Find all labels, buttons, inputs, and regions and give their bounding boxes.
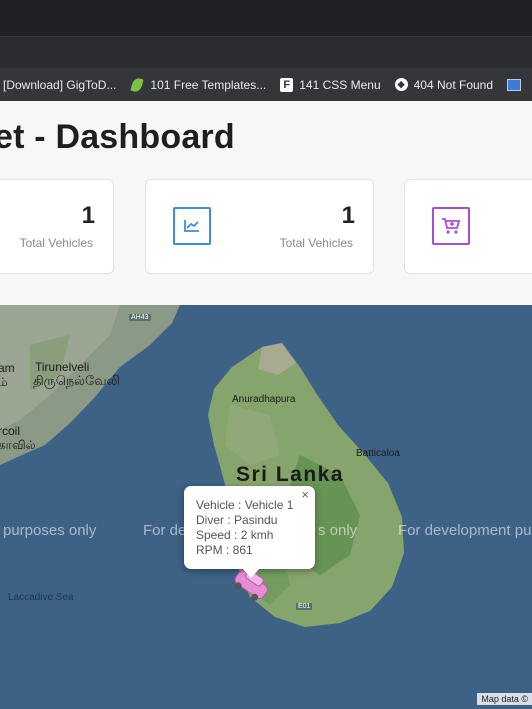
map-label-sri-lanka: Sri Lanka — [236, 463, 345, 486]
dev-watermark: For development pu — [398, 522, 532, 539]
bookmark-image[interactable] — [507, 78, 522, 92]
bookmark-gigtodo[interactable]: [Download] GigToD... — [3, 78, 116, 92]
map-label-sea: Laccadive Sea — [8, 592, 74, 603]
stat-label: Total Vehicles — [19, 236, 93, 250]
bookmark-free-templates[interactable]: 101 Free Templates... — [130, 76, 267, 93]
popup-driver: Diver : Pasindu — [196, 513, 278, 527]
vehicle-info-popup: Vehicle : Vehicle 1 Diver : Pasindu Spee… — [184, 486, 315, 578]
f-logo-icon: F — [280, 77, 294, 92]
browser-address-bar[interactable] — [0, 36, 532, 69]
cart-add-icon — [432, 207, 470, 245]
road-marker: AH43 — [129, 314, 151, 321]
map-label: am — [0, 361, 15, 375]
stat-count: 1 — [81, 202, 95, 229]
dev-watermark: For de — [143, 522, 187, 539]
bookmark-label: 101 Free Templates... — [150, 77, 267, 92]
map-label-anuradhapura: Anuradhapura — [232, 394, 296, 405]
bookmark-label: 141 CSS Menu — [299, 77, 381, 92]
map-label: rcoil — [0, 424, 21, 438]
popup-vehicle: Vehicle : Vehicle 1 — [196, 498, 294, 512]
map-label: காவில் — [0, 438, 36, 452]
image-icon — [507, 78, 522, 92]
globe-icon: ◆ — [394, 78, 408, 91]
dev-watermark: s only — [318, 522, 358, 539]
stat-label: Total Vehicles — [279, 236, 353, 250]
bookmark-label: 404 Not Found — [413, 77, 494, 92]
popup-rpm: RPM : 861 — [196, 543, 253, 557]
road-marker: E01 — [296, 603, 313, 610]
stat-card-vehicles: 1 Total Vehicles — [0, 179, 114, 274]
bookmark-404[interactable]: ◆ 404 Not Found — [394, 77, 494, 92]
stat-card-cart — [404, 179, 532, 274]
map-attribution[interactable]: Map data © — [477, 693, 532, 705]
leaf-icon — [130, 76, 145, 93]
map-label-tirunelveli: Tirunelveli — [35, 360, 90, 374]
popup-tail — [242, 568, 260, 578]
dev-watermark: purposes only — [3, 522, 97, 539]
browser-tab-strip — [0, 0, 532, 36]
close-icon[interactable]: × — [301, 487, 309, 502]
bookmark-label: [Download] GigToD... — [3, 77, 117, 92]
chart-line-icon — [173, 207, 211, 245]
bookmark-css-menu[interactable]: F 141 CSS Menu — [280, 77, 381, 92]
map-label-tirunelveli-tamil: திருநெல்வேலி — [33, 373, 120, 388]
popup-speed: Speed : 2 kmh — [196, 528, 274, 542]
map-label: ம் — [0, 375, 8, 389]
stat-card-vehicles-2: 1 Total Vehicles — [145, 179, 374, 274]
map-label-batticaloa: Batticaloa — [356, 448, 400, 459]
page-title: et - Dashboard — [0, 118, 235, 156]
stat-count: 1 — [341, 202, 355, 229]
vehicle-map[interactable]: AH43 E01 am ம் Tirunelveli திருநெல்வேலி … — [0, 305, 532, 709]
bookmarks-bar: [Download] GigToD... 101 Free Templates.… — [0, 68, 532, 101]
